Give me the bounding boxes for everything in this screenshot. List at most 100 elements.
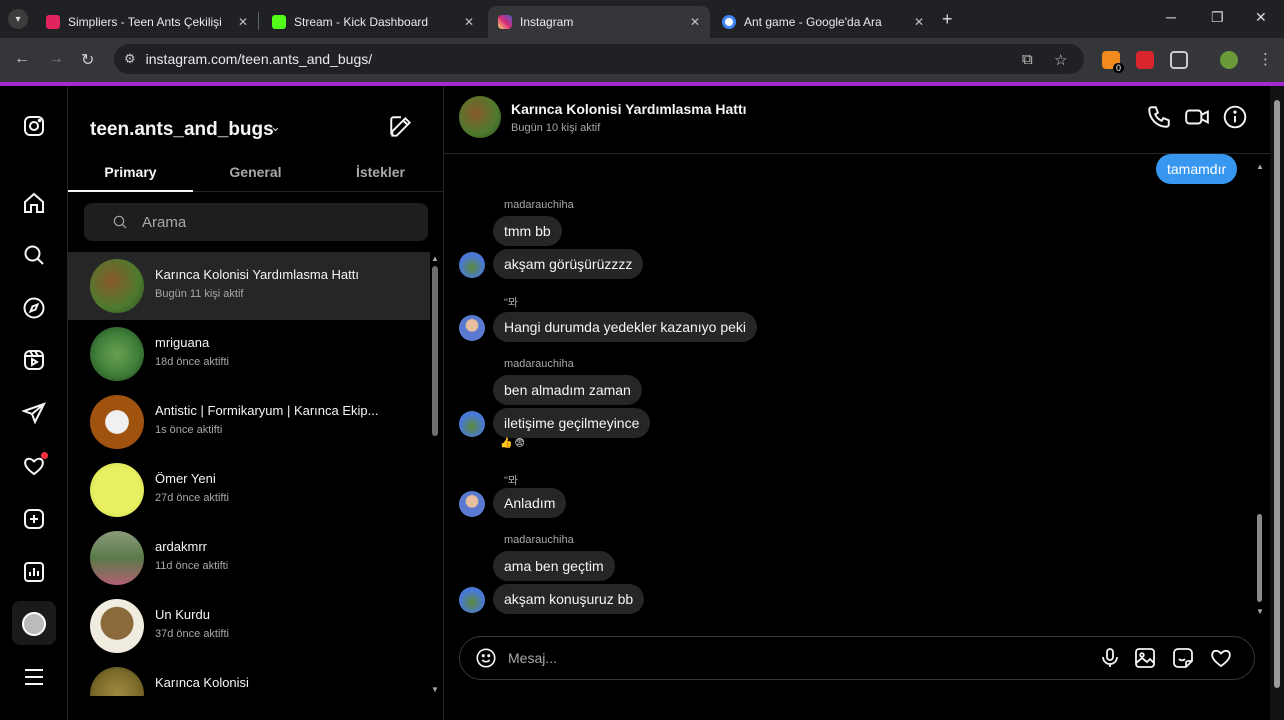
image-icon[interactable] [1133, 646, 1157, 670]
scrollbar-thumb[interactable] [1274, 100, 1280, 688]
avatar [90, 327, 144, 381]
scroll-up-arrow-icon[interactable]: ▲ [1256, 162, 1264, 171]
tab-general[interactable]: General [193, 164, 318, 180]
close-tab-icon[interactable]: ✕ [690, 15, 700, 29]
extensions-puzzle-icon[interactable] [1170, 51, 1188, 69]
browser-menu-icon[interactable]: ⋮ [1258, 50, 1273, 68]
instagram-logo-icon[interactable] [20, 112, 48, 140]
url-text[interactable]: instagram.com/teen.ants_and_bugs/ [146, 51, 372, 67]
message-bubble[interactable]: ama ben geçtim [493, 551, 615, 581]
conversation-item[interactable]: Karınca Kolonisi [68, 660, 430, 696]
restore-icon[interactable]: ❐ [1211, 9, 1224, 26]
close-tab-icon[interactable]: ✕ [238, 15, 248, 29]
conversation-item[interactable]: Antistic | Formikaryum | Karınca Ekip...… [68, 388, 430, 456]
new-tab-button[interactable]: + [942, 9, 953, 30]
reaction-emoji: 👍 [500, 437, 513, 449]
new-message-icon[interactable] [388, 114, 414, 140]
forward-icon[interactable]: → [48, 50, 64, 68]
video-call-icon[interactable] [1184, 104, 1210, 130]
tab-favicon [46, 15, 60, 29]
pdf-extension-icon[interactable] [1136, 51, 1154, 69]
dashboard-icon[interactable] [20, 558, 48, 586]
message-bubble[interactable]: iletişime geçilmeyince [493, 408, 651, 438]
message-bubble[interactable]: tmm bb [493, 216, 562, 246]
tab-requests[interactable]: İstekler [318, 164, 443, 180]
back-icon[interactable]: ← [14, 50, 30, 68]
install-app-icon[interactable]: ⧉ [1022, 51, 1033, 68]
account-username[interactable]: teen.ants_and_bugs [90, 119, 274, 141]
conversation-item[interactable]: Karınca Kolonisi Yardımlasma Hattı Bugün… [68, 252, 430, 320]
reload-icon[interactable]: ↻ [81, 50, 94, 70]
minimize-icon[interactable]: ─ [1166, 9, 1176, 25]
message-bubble[interactable]: Anladım [493, 488, 567, 518]
profile-avatar[interactable] [1220, 51, 1238, 69]
tab-search-chevron-icon[interactable]: ▾ [8, 9, 28, 29]
microphone-icon[interactable] [1098, 646, 1122, 670]
message-reactions[interactable]: 👍 😨 [500, 435, 525, 451]
close-window-icon[interactable]: ✕ [1255, 9, 1267, 26]
message-composer[interactable]: Mesaj... [459, 636, 1255, 680]
avatar [90, 463, 144, 517]
home-icon[interactable] [20, 189, 48, 217]
conversation-status: 1s önce aktifti [155, 424, 223, 436]
conversation-scrollbar[interactable]: ▲ ▼ [430, 252, 440, 696]
close-tab-icon[interactable]: ✕ [464, 15, 474, 29]
chat-scrollbar[interactable]: ▲ ▼ [1254, 162, 1266, 616]
tab-favicon [722, 15, 736, 29]
tab-favicon [498, 15, 512, 29]
scroll-down-arrow-icon[interactable]: ▼ [1256, 607, 1264, 616]
conversation-item[interactable]: Un Kurdu 37d önce aktifti [68, 592, 430, 660]
address-bar[interactable]: ⚙ instagram.com/teen.ants_and_bugs/ ⧉ ☆ [114, 44, 1084, 74]
conversation-item[interactable]: ardakmrr 11d önce aktifti [68, 524, 430, 592]
info-icon[interactable] [1222, 104, 1248, 130]
more-menu-icon[interactable] [20, 663, 48, 691]
heart-icon[interactable] [1209, 646, 1233, 670]
messages-icon[interactable] [20, 399, 48, 427]
scroll-down-arrow-icon[interactable]: ▼ [431, 685, 439, 694]
browser-tab-instagram[interactable]: Instagram ✕ [488, 6, 710, 38]
conversation-status: 37d önce aktifti [155, 628, 229, 640]
group-avatar[interactable] [459, 96, 501, 138]
site-info-icon[interactable]: ⚙ [124, 51, 136, 67]
explore-icon[interactable] [20, 294, 48, 322]
browser-tab-google[interactable]: Ant game - Google'da Ara ✕ [712, 6, 934, 38]
avatar[interactable] [459, 587, 485, 613]
profile-avatar-icon[interactable] [20, 610, 48, 638]
chat-title[interactable]: Karınca Kolonisi Yardımlasma Hattı [511, 101, 747, 117]
browser-tab-simpliers[interactable]: Simpliers - Teen Ants Çekilişi ✕ [36, 6, 258, 38]
page-scrollbar[interactable] [1270, 86, 1284, 720]
message-bubble[interactable]: akşam konuşuruz bb [493, 584, 645, 614]
conversation-item[interactable]: mriguana 18d önce aktifti [68, 320, 430, 388]
scroll-up-arrow-icon[interactable]: ▲ [431, 254, 439, 263]
close-tab-icon[interactable]: ✕ [914, 15, 924, 29]
search-input[interactable]: Arama [84, 203, 428, 241]
extension-badge: 0 [1112, 63, 1124, 73]
avatar[interactable] [459, 491, 485, 517]
search-icon[interactable] [20, 241, 48, 269]
chevron-down-icon[interactable]: ⌄ [270, 119, 281, 135]
my-message-bubble[interactable]: tamamdır [1156, 154, 1238, 184]
message-bubble[interactable]: ben almadım zaman [493, 375, 642, 405]
create-icon[interactable] [20, 505, 48, 533]
message-bubble[interactable]: Hangi durumda yedekler kazanıyo peki [493, 312, 758, 342]
avatar[interactable] [459, 411, 485, 437]
phone-icon[interactable] [1146, 104, 1172, 130]
emoji-icon[interactable] [475, 647, 497, 669]
avatar [90, 531, 144, 585]
message-input[interactable]: Mesaj... [508, 650, 557, 666]
message-bubble[interactable]: akşam görüşürüzzzz [493, 249, 644, 279]
avatar[interactable] [459, 252, 485, 278]
sticker-icon[interactable] [1171, 646, 1195, 670]
scrollbar-thumb[interactable] [1257, 514, 1262, 602]
tab-primary[interactable]: Primary [68, 164, 193, 180]
reels-icon[interactable] [20, 346, 48, 374]
avatar[interactable] [459, 315, 485, 341]
inbox-panel: teen.ants_and_bugs ⌄ Primary General İst… [68, 86, 444, 720]
conversation-item[interactable]: Ömer Yeni 27d önce aktifti [68, 456, 430, 524]
scrollbar-thumb[interactable] [432, 266, 438, 436]
extension-icon[interactable]: 0 [1102, 51, 1124, 73]
browser-tab-kick[interactable]: Stream - Kick Dashboard ✕ [262, 6, 484, 38]
notifications-heart-icon[interactable] [20, 452, 48, 480]
bookmark-star-icon[interactable]: ☆ [1054, 51, 1067, 69]
message-thread: tamamdır madarauchiha tmm bb akşam görüş… [444, 154, 1270, 624]
